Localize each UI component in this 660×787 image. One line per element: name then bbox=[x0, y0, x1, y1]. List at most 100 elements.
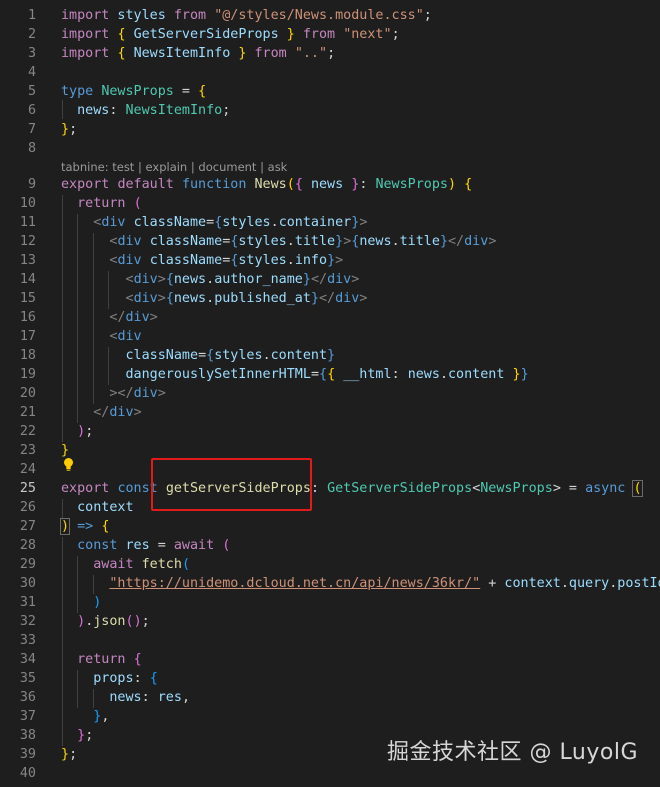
code-line: 32 ).json(); bbox=[0, 612, 660, 631]
line-number: 6 bbox=[27, 103, 36, 118]
code-line: 15 <div>{news.published_at}</div> bbox=[0, 289, 660, 308]
code-line: 29 await fetch( bbox=[0, 555, 660, 574]
code-line: 6 news: NewsItemInfo; bbox=[0, 101, 660, 120]
line-number: 29 bbox=[19, 557, 36, 572]
line-code: export const getServerSideProps: GetServ… bbox=[61, 480, 643, 497]
code-line: 26 context bbox=[0, 498, 660, 517]
line-code: export default function News({ news }: N… bbox=[61, 177, 473, 192]
line-number: 32 bbox=[19, 614, 36, 629]
code-line: 4 bbox=[0, 63, 660, 82]
codelens-explain[interactable]: explain bbox=[146, 160, 188, 174]
line-code: import { NewsItemInfo } from ".."; bbox=[61, 46, 336, 61]
line-number: 23 bbox=[19, 443, 36, 458]
line-number: 13 bbox=[19, 253, 36, 268]
line-code: return { bbox=[77, 652, 142, 667]
line-code: "https://unidemo.dcloud.net.cn/api/news/… bbox=[109, 576, 660, 591]
line-number: 22 bbox=[19, 424, 36, 439]
line-number: 16 bbox=[19, 310, 36, 325]
code-line: 23 } bbox=[0, 441, 660, 460]
line-number: 38 bbox=[19, 728, 36, 743]
line-number: 19 bbox=[19, 367, 36, 382]
code-line: 11 <div className={styles.container}> bbox=[0, 213, 660, 232]
code-line: 1 import styles from "@/styles/News.modu… bbox=[0, 6, 660, 25]
code-line: 37 }, bbox=[0, 707, 660, 726]
line-code: await fetch( bbox=[93, 557, 190, 572]
line-number: 35 bbox=[19, 671, 36, 686]
code-line: 17 <div bbox=[0, 327, 660, 346]
line-number: 4 bbox=[27, 65, 36, 80]
line-number: 20 bbox=[19, 386, 36, 401]
line-number: 9 bbox=[27, 177, 36, 192]
line-number: 28 bbox=[19, 538, 36, 553]
code-line: 21 </div> bbox=[0, 403, 660, 422]
line-code: </div> bbox=[109, 310, 158, 325]
code-line: 18 className={styles.content} bbox=[0, 346, 660, 365]
line-number: 40 bbox=[19, 766, 36, 781]
line-code: ></div> bbox=[109, 386, 166, 401]
codelens-document[interactable]: document bbox=[198, 160, 256, 174]
codelens-prefix: tabnine: bbox=[61, 160, 109, 174]
code-line: 35 props: { bbox=[0, 669, 660, 688]
code-line: 5 type NewsProps = { bbox=[0, 82, 660, 101]
line-number: 27 bbox=[19, 519, 36, 534]
codelens-test[interactable]: test bbox=[112, 160, 134, 174]
line-code: <div className={styles.container}> bbox=[93, 215, 368, 230]
code-line: 34 return { bbox=[0, 650, 660, 669]
line-code: <div className={styles.title}>{news.titl… bbox=[109, 234, 497, 249]
line-code: <div>{news.published_at}</div> bbox=[125, 291, 368, 306]
line-code: const res = await ( bbox=[77, 538, 231, 553]
line-code: import styles from "@/styles/News.module… bbox=[61, 8, 432, 23]
line-number: 14 bbox=[19, 272, 36, 287]
code-editor[interactable]: 1 import styles from "@/styles/News.modu… bbox=[0, 0, 660, 787]
line-code: news: res, bbox=[109, 690, 190, 705]
line-number: 3 bbox=[27, 46, 36, 61]
line-number: 25 bbox=[19, 481, 36, 496]
line-number: 5 bbox=[27, 84, 36, 99]
codelens-ask[interactable]: ask bbox=[268, 160, 288, 174]
line-number: 11 bbox=[19, 215, 36, 230]
annotation-highlight-box bbox=[151, 458, 312, 511]
line-code: import { GetServerSideProps } from "next… bbox=[61, 27, 400, 42]
code-line: 31 ) bbox=[0, 593, 660, 612]
line-number: 2 bbox=[27, 27, 36, 42]
tabnine-codelens: tabnine: test | explain | document | ask bbox=[61, 158, 287, 176]
line-code: className={styles.content} bbox=[125, 348, 336, 363]
line-number: 8 bbox=[27, 141, 36, 156]
line-number: 34 bbox=[19, 652, 36, 667]
line-code: }; bbox=[77, 728, 94, 743]
code-line: 30 "https://unidemo.dcloud.net.cn/api/ne… bbox=[0, 574, 660, 593]
line-number: 39 bbox=[19, 747, 36, 762]
line-number: 12 bbox=[19, 234, 36, 249]
lightbulb-icon[interactable] bbox=[62, 457, 75, 473]
code-line: 36 news: res, bbox=[0, 688, 660, 707]
line-number: 15 bbox=[19, 291, 36, 306]
code-line: 12 <div className={styles.title}>{news.t… bbox=[0, 232, 660, 251]
line-number: 33 bbox=[19, 633, 36, 648]
line-code: ); bbox=[77, 424, 94, 439]
line-code: ).json(); bbox=[77, 614, 150, 629]
code-line: 40 bbox=[0, 764, 660, 783]
line-code: }, bbox=[93, 709, 110, 724]
codelens-separator: | bbox=[190, 160, 195, 174]
line-number: 21 bbox=[19, 405, 36, 420]
code-line: 2 import { GetServerSideProps } from "ne… bbox=[0, 25, 660, 44]
line-code: <div className={styles.info}> bbox=[109, 253, 344, 268]
line-code: type NewsProps = { bbox=[61, 84, 207, 99]
code-line: 33 bbox=[0, 631, 660, 650]
codelens-separator: | bbox=[137, 160, 142, 174]
code-line: 27 ) => { bbox=[0, 517, 660, 536]
line-code: <div bbox=[109, 329, 142, 344]
watermark: 掘金技术社区 @ LuyolG bbox=[387, 740, 638, 765]
code-line: 8 bbox=[0, 139, 660, 158]
line-code: ) bbox=[93, 595, 102, 610]
code-line: 14 <div>{news.author_name}</div> bbox=[0, 270, 660, 289]
line-code: props: { bbox=[93, 671, 158, 686]
line-number: 17 bbox=[19, 329, 36, 344]
code-line: 24 bbox=[0, 460, 660, 479]
line-number: 7 bbox=[27, 122, 36, 137]
line-code: return ( bbox=[77, 196, 142, 211]
code-line: 13 <div className={styles.info}> bbox=[0, 251, 660, 270]
line-number: 1 bbox=[27, 8, 36, 23]
clipped-top-line bbox=[0, 0, 660, 5]
code-line: 19 dangerouslySetInnerHTML={{ __html: ne… bbox=[0, 365, 660, 384]
